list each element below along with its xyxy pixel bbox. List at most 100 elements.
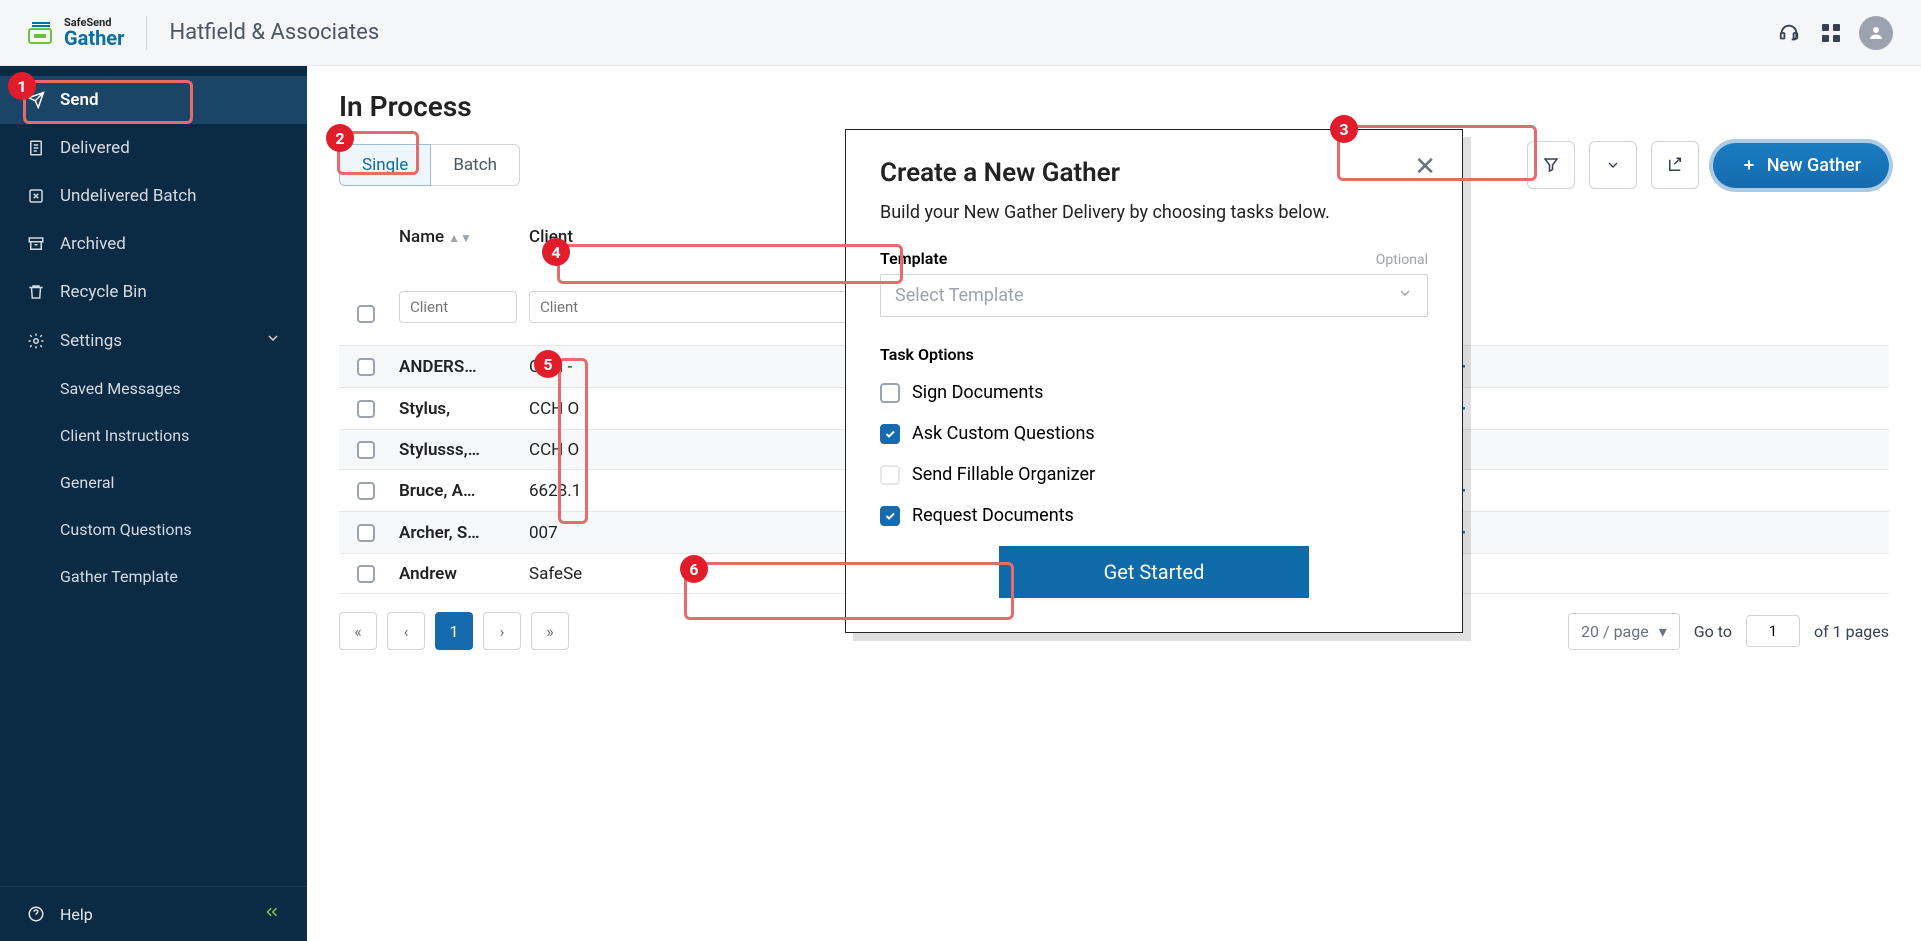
page-1[interactable]: 1 bbox=[435, 612, 473, 650]
task-option[interactable]: Request Documents bbox=[880, 505, 1428, 526]
row-checkbox[interactable] bbox=[357, 400, 375, 418]
cell-name: ANDERS… bbox=[393, 349, 523, 385]
dropdown-button[interactable] bbox=[1589, 141, 1637, 189]
page-last[interactable]: » bbox=[531, 612, 569, 650]
sidebar-item-settings[interactable]: Settings bbox=[0, 316, 307, 365]
goto-label: Go to bbox=[1694, 622, 1732, 641]
annotation-2: 2 bbox=[326, 124, 354, 152]
of-pages: of 1 pages bbox=[1814, 622, 1889, 641]
help-icon bbox=[26, 904, 46, 924]
task-options-label: Task Options bbox=[880, 345, 1428, 364]
page-size-select[interactable]: 20 / page▾ bbox=[1568, 613, 1680, 650]
get-started-button[interactable]: Get Started bbox=[999, 546, 1309, 598]
task-label: Ask Custom Questions bbox=[912, 423, 1095, 444]
gear-icon bbox=[26, 331, 46, 351]
help-label: Help bbox=[60, 905, 93, 924]
main-content: In Process Single Batch New Gather bbox=[307, 66, 1921, 941]
tab-single[interactable]: Single bbox=[339, 144, 431, 186]
sidebar-sub-general[interactable]: General bbox=[0, 459, 307, 506]
sidebar-item-archived[interactable]: Archived bbox=[0, 220, 307, 268]
sidebar-sub-saved-messages[interactable]: Saved Messages bbox=[0, 365, 307, 412]
sidebar-label: Recycle Bin bbox=[60, 282, 147, 302]
annotation-5: 5 bbox=[534, 350, 562, 378]
org-name: Hatfield & Associates bbox=[169, 20, 379, 45]
sidebar: Send Delivered Undelivered Batch Archive… bbox=[0, 66, 307, 941]
sidebar-sub-gather-template[interactable]: Gather Template bbox=[0, 553, 307, 600]
row-checkbox[interactable] bbox=[357, 565, 375, 583]
filter-name[interactable] bbox=[399, 291, 517, 323]
cell-name: Andrew bbox=[393, 556, 523, 592]
task-option[interactable]: Ask Custom Questions bbox=[880, 423, 1428, 444]
apps-icon[interactable] bbox=[1817, 19, 1845, 47]
sidebar-sub-client-instructions[interactable]: Client Instructions bbox=[0, 412, 307, 459]
tab-batch[interactable]: Batch bbox=[431, 144, 520, 186]
task-checkbox[interactable] bbox=[880, 506, 900, 526]
chevron-down-icon bbox=[1397, 285, 1413, 306]
new-gather-modal: ✕ Create a New Gather Build your New Gat… bbox=[845, 129, 1463, 633]
collapse-icon[interactable] bbox=[263, 903, 281, 925]
page-title: In Process bbox=[339, 90, 1889, 123]
logo: SafeSend Gather bbox=[28, 17, 124, 48]
annotation-6: 6 bbox=[680, 555, 708, 583]
cell-name: Stylus, bbox=[393, 391, 523, 427]
sidebar-item-delivered[interactable]: Delivered bbox=[0, 124, 307, 172]
annotation-3: 3 bbox=[1330, 115, 1358, 143]
divider bbox=[146, 16, 147, 50]
row-checkbox[interactable] bbox=[357, 524, 375, 542]
template-select[interactable]: Select Template bbox=[880, 274, 1428, 317]
top-bar: SafeSend Gather Hatfield & Associates bbox=[0, 0, 1921, 66]
annotation-1: 1 bbox=[8, 72, 36, 100]
logo-text-2: Gather bbox=[64, 28, 124, 48]
x-box-icon bbox=[26, 186, 46, 206]
annotation-4: 4 bbox=[542, 238, 570, 266]
archive-icon bbox=[26, 234, 46, 254]
row-checkbox[interactable] bbox=[357, 482, 375, 500]
sidebar-label: Settings bbox=[60, 331, 122, 351]
sidebar-label: Delivered bbox=[60, 138, 130, 158]
chevron-down-icon: ▾ bbox=[1659, 622, 1667, 641]
sidebar-help[interactable]: Help bbox=[0, 886, 307, 941]
page-prev[interactable]: ‹ bbox=[387, 612, 425, 650]
task-option[interactable]: Sign Documents bbox=[880, 382, 1428, 403]
chevron-down-icon bbox=[265, 330, 281, 351]
task-checkbox[interactable] bbox=[880, 424, 900, 444]
cell-name: Archer, S… bbox=[393, 515, 523, 551]
close-icon[interactable]: ✕ bbox=[1414, 152, 1436, 182]
optional-label: Optional bbox=[1376, 252, 1428, 268]
task-option[interactable]: Send Fillable Organizer bbox=[880, 464, 1428, 485]
cell-name: Bruce, A… bbox=[393, 473, 523, 509]
task-label: Send Fillable Organizer bbox=[912, 464, 1095, 485]
plus-icon bbox=[1741, 157, 1757, 173]
trash-icon bbox=[26, 282, 46, 302]
sidebar-label: Send bbox=[60, 90, 99, 110]
sidebar-item-undelivered[interactable]: Undelivered Batch bbox=[0, 172, 307, 220]
modal-subtitle: Build your New Gather Delivery by choosi… bbox=[880, 202, 1428, 223]
headset-icon[interactable] bbox=[1775, 19, 1803, 47]
tab-group: Single Batch bbox=[339, 144, 520, 186]
task-label: Sign Documents bbox=[912, 382, 1043, 403]
task-label: Request Documents bbox=[912, 505, 1074, 526]
logo-icon bbox=[28, 21, 56, 45]
filter-button[interactable] bbox=[1527, 141, 1575, 189]
page-first[interactable]: « bbox=[339, 612, 377, 650]
modal-title: Create a New Gather bbox=[880, 158, 1428, 188]
page-next[interactable]: › bbox=[483, 612, 521, 650]
avatar[interactable] bbox=[1859, 16, 1893, 50]
task-checkbox[interactable] bbox=[880, 465, 900, 485]
task-checkbox[interactable] bbox=[880, 383, 900, 403]
template-label: Template bbox=[880, 249, 947, 268]
sidebar-sub-custom-questions[interactable]: Custom Questions bbox=[0, 506, 307, 553]
cell-name: Stylusss,… bbox=[393, 432, 523, 468]
sidebar-label: Archived bbox=[60, 234, 126, 254]
sidebar-label: Undelivered Batch bbox=[60, 186, 197, 206]
doc-icon bbox=[26, 138, 46, 158]
sidebar-item-recycle[interactable]: Recycle Bin bbox=[0, 268, 307, 316]
new-gather-button[interactable]: New Gather bbox=[1713, 143, 1889, 188]
sidebar-item-send[interactable]: Send bbox=[0, 76, 307, 124]
export-button[interactable] bbox=[1651, 141, 1699, 189]
row-checkbox[interactable] bbox=[357, 358, 375, 376]
row-checkbox[interactable] bbox=[357, 441, 375, 459]
select-all-checkbox[interactable] bbox=[357, 305, 375, 323]
goto-input[interactable] bbox=[1746, 615, 1800, 647]
sort-icon[interactable]: ▲▼ bbox=[448, 231, 472, 245]
